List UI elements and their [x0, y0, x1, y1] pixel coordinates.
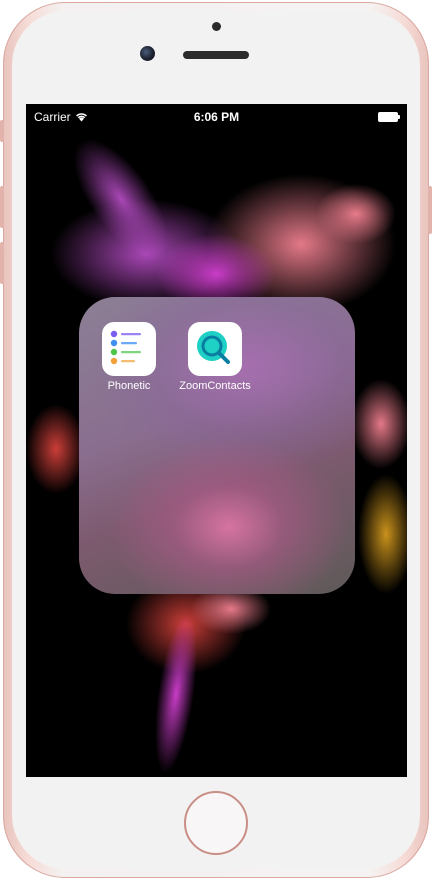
status-time: 6:06 PM [193, 110, 240, 124]
app-label-zoomcontacts: ZoomContacts [179, 380, 251, 392]
app-folder[interactable]: Phonetic ZoomContacts [79, 297, 355, 594]
volume-down-button [0, 242, 4, 284]
device-screen: Carrier 6:06 PM Phonetic ZoomContacts [26, 104, 407, 777]
ringer-switch [0, 120, 4, 142]
phonetic-list-icon[interactable] [102, 322, 156, 376]
status-bar: Carrier 6:06 PM [26, 104, 407, 128]
battery-icon [378, 112, 400, 122]
app-zoomcontacts[interactable]: ZoomContacts [170, 322, 260, 392]
zoom-magnifier-icon[interactable] [188, 322, 242, 376]
proximity-sensor [212, 22, 221, 31]
home-button[interactable] [184, 791, 248, 855]
power-button [428, 186, 432, 234]
app-label-phonetic: Phonetic [107, 380, 151, 392]
app-phonetic[interactable]: Phonetic [84, 322, 174, 392]
earpiece-speaker [183, 51, 249, 59]
front-camera [140, 46, 155, 61]
volume-up-button [0, 186, 4, 228]
